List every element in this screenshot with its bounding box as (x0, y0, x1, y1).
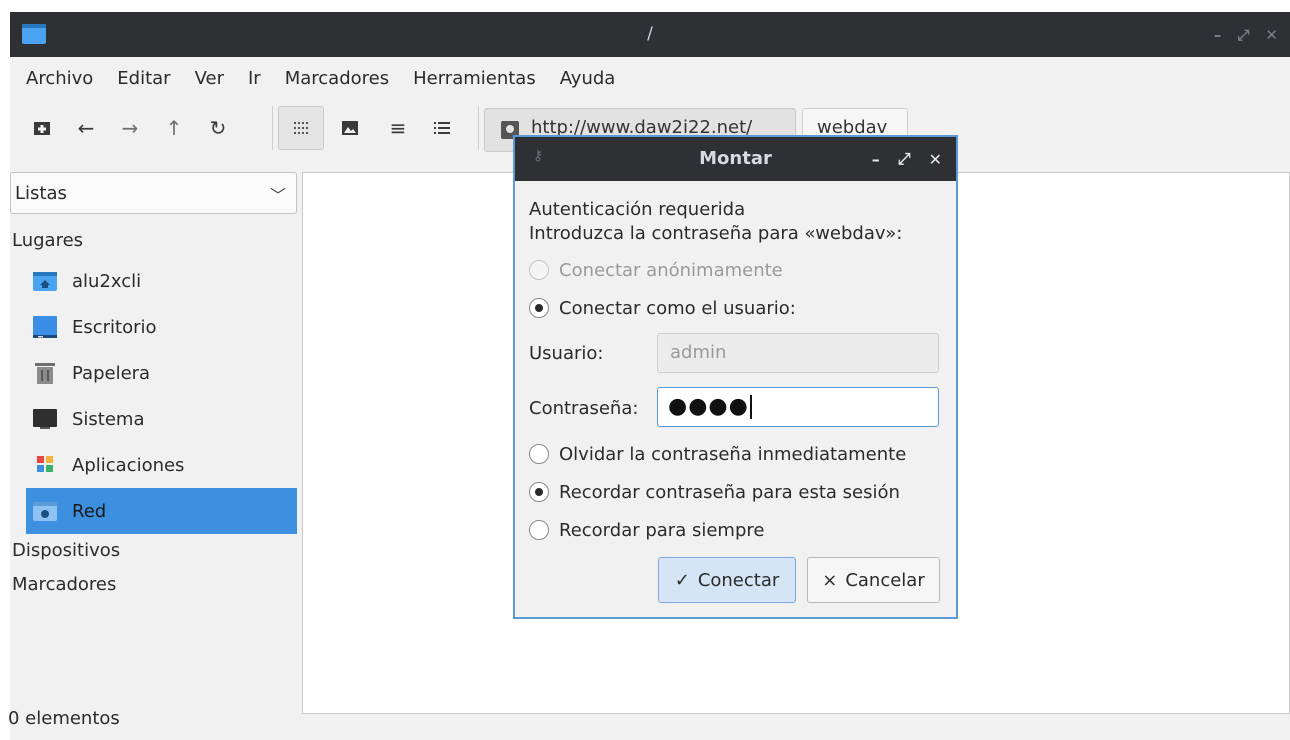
computer-icon (33, 409, 57, 429)
menu-ayuda[interactable]: Ayuda (548, 68, 628, 89)
section-devices[interactable]: Dispositivos (12, 540, 120, 561)
sidebar-item-system[interactable]: Sistema (26, 396, 297, 442)
radio-forever-label: Recordar para siempre (559, 519, 765, 541)
radio-as-user[interactable]: Conectar como el usuario: (529, 295, 796, 321)
menu-ir[interactable]: Ir (236, 68, 273, 89)
home-folder-icon (33, 272, 57, 291)
radio-as-user-label: Conectar como el usuario: (559, 297, 796, 319)
toolbar-separator (272, 106, 273, 150)
radio-session-indicator[interactable] (529, 482, 549, 502)
section-bookmarks[interactable]: Marcadores (12, 574, 116, 595)
sidebar-item-trash[interactable]: Papelera (26, 350, 297, 396)
radio-forget-indicator[interactable] (529, 444, 549, 464)
arrow-right-icon: → (121, 116, 139, 140)
chevron-down-icon: ﹀ (269, 186, 286, 205)
connect-button[interactable]: ✓ Conectar (658, 557, 796, 603)
cancel-icon: × (822, 569, 838, 591)
compact-view-button[interactable]: ≡ (384, 114, 412, 142)
radio-anonymous[interactable]: Conectar anónimamente (529, 257, 783, 283)
list-icon: ≡ (389, 116, 407, 140)
auth-heading: Autenticación requerida (529, 199, 746, 220)
menu-editar[interactable]: Editar (105, 68, 182, 89)
icon-view-button[interactable] (278, 106, 324, 150)
auth-prompt: Introduzca la contraseña para «webdav»: (529, 223, 903, 244)
detailed-view-button[interactable] (428, 114, 456, 142)
radio-as-user-indicator[interactable] (529, 298, 549, 318)
username-field[interactable]: admin (657, 333, 939, 373)
menu-herramientas[interactable]: Herramientas (401, 68, 548, 89)
sidebar-item-desktop[interactable]: Escritorio (26, 304, 297, 350)
trash-icon (35, 363, 55, 384)
radio-forever[interactable]: Recordar para siempre (529, 517, 764, 543)
mount-dialog: ⚷ Montar – ⤢ ✕ Autenticación requerida I… (513, 135, 958, 619)
back-button[interactable]: ← (72, 114, 100, 142)
sidebar-mode-select[interactable]: Listas ﹀ (10, 172, 297, 214)
up-button[interactable]: ↑ (160, 114, 188, 142)
radio-anonymous-label: Conectar anónimamente (559, 259, 783, 281)
forward-button[interactable]: → (116, 114, 144, 142)
menu-bar: Archivo Editar Ver Ir Marcadores Herrami… (10, 57, 1290, 99)
sidebar-item-network[interactable]: Red (26, 488, 297, 534)
sidebar-item-label: Red (72, 500, 107, 522)
radio-forever-indicator[interactable] (529, 520, 549, 540)
sidebar-item-label: Papelera (72, 362, 151, 384)
status-bar-text: 0 elementos (8, 708, 120, 729)
password-label: Contraseña: (529, 398, 639, 419)
title-bar[interactable]: / – ⤢ ✕ (10, 12, 1290, 57)
reload-button[interactable]: ↻ (204, 114, 232, 142)
new-tab-button[interactable] (28, 114, 56, 142)
sidebar-item-label: Sistema (72, 408, 145, 430)
reload-icon: ↻ (209, 116, 227, 140)
toolbar-separator (478, 106, 479, 150)
applications-icon (37, 456, 53, 472)
new-tab-icon (34, 122, 50, 135)
check-icon: ✓ (674, 569, 690, 591)
arrow-up-icon: ↑ (165, 116, 183, 140)
sidebar-item-label: Aplicaciones (72, 454, 185, 476)
thumbnail-view-button[interactable] (336, 114, 364, 142)
network-folder-icon (33, 502, 57, 521)
text-cursor (749, 395, 752, 419)
username-label: Usuario: (529, 343, 604, 364)
password-field[interactable]: ●●●● (657, 387, 939, 427)
dialog-close-button[interactable]: ✕ (929, 150, 942, 169)
sidebar-item-label: alu2xcli (72, 270, 142, 292)
radio-session[interactable]: Recordar contraseña para esta sesión (529, 479, 900, 505)
cancel-button[interactable]: × Cancelar (807, 557, 940, 603)
window-title: / (647, 24, 653, 44)
image-view-icon (342, 121, 358, 135)
close-button[interactable]: ✕ (1265, 26, 1278, 44)
connect-button-label: Conectar (697, 569, 780, 591)
sidebar-item-home[interactable]: alu2xcli (26, 258, 297, 304)
menu-archivo[interactable]: Archivo (14, 68, 105, 89)
radio-forget[interactable]: Olvidar la contraseña inmediatamente (529, 441, 906, 467)
sidebar-mode-value: Listas (15, 183, 67, 204)
arrow-left-icon: ← (77, 116, 95, 140)
menu-marcadores[interactable]: Marcadores (273, 68, 401, 89)
cancel-button-label: Cancelar (845, 569, 925, 591)
radio-forget-label: Olvidar la contraseña inmediatamente (559, 443, 907, 465)
minimize-button[interactable]: – (1214, 26, 1222, 44)
password-mask: ●●●● (668, 394, 749, 419)
icon-view-icon (294, 122, 308, 134)
dialog-title-bar[interactable]: ⚷ Montar – ⤢ ✕ (515, 137, 956, 181)
section-places[interactable]: Lugares (12, 230, 83, 251)
radio-anonymous-indicator[interactable] (529, 260, 549, 280)
radio-session-label: Recordar contraseña para esta sesión (559, 481, 900, 503)
detailed-list-icon (434, 122, 450, 134)
desktop-icon (33, 316, 57, 338)
dialog-minimize-button[interactable]: – (872, 150, 880, 169)
menu-ver[interactable]: Ver (183, 68, 236, 89)
sidebar-item-label: Escritorio (72, 316, 157, 338)
sidebar-item-applications[interactable]: Aplicaciones (26, 442, 297, 488)
maximize-button[interactable]: ⤢ (1237, 26, 1249, 44)
dialog-maximize-button[interactable]: ⤢ (898, 149, 911, 169)
